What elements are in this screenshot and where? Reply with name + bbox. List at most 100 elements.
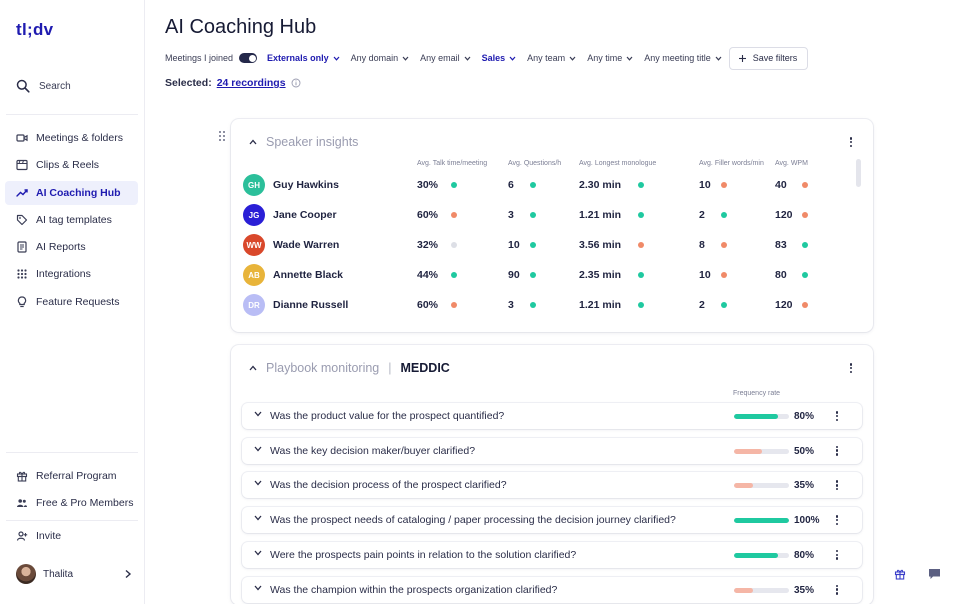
metric-value: 3.56 min: [579, 239, 622, 251]
nav-label: Clips & Reels: [36, 159, 100, 172]
grid-icon: [17, 269, 27, 280]
filter-label: Externals only: [267, 53, 329, 63]
filter-email[interactable]: Any email: [420, 53, 471, 63]
info-icon[interactable]: [291, 78, 301, 88]
question-menu-button[interactable]: [831, 410, 843, 422]
table-row[interactable]: JG Jane Cooper 60% 3 1.21 min 2 120: [243, 200, 843, 230]
column-header: Avg. Longest monologue: [579, 160, 657, 167]
chevron-down-icon[interactable]: [254, 550, 262, 556]
playbook-header[interactable]: Playbook monitoring | MEDDIC: [249, 361, 450, 375]
nav-ai-coaching-hub[interactable]: AI Coaching Hub: [5, 180, 138, 205]
gift-icon: [894, 569, 906, 580]
table-row[interactable]: WW Wade Warren 32% 10 3.56 min 8 83: [243, 230, 843, 260]
divider: [6, 114, 138, 115]
save-filters-button[interactable]: Save filters: [728, 46, 809, 70]
nav-ai-reports[interactable]: AI Reports: [5, 235, 138, 259]
metric-value: 1.21 min: [579, 209, 622, 221]
chevron-down-icon[interactable]: [254, 480, 262, 486]
avatar: JG: [243, 204, 265, 226]
filter-team[interactable]: Any team: [527, 53, 576, 63]
playbook-menu-button[interactable]: [845, 362, 857, 374]
card-title: Speaker insights: [266, 135, 359, 149]
meetings-joined-toggle[interactable]: [239, 53, 258, 63]
chat-icon: [928, 569, 940, 579]
playbook-monitoring-card: Playbook monitoring | MEDDIC Frequency r…: [231, 345, 873, 604]
question-menu-button[interactable]: [831, 584, 843, 596]
filter-label: Any meeting title: [644, 53, 711, 63]
gift-button[interactable]: [892, 566, 908, 582]
speaker-insights-card: Speaker insights Avg. Talk time/meeting …: [231, 119, 873, 332]
question-row[interactable]: Was the prospect needs of cataloging / p…: [242, 507, 862, 534]
users-icon: [17, 499, 27, 508]
table-row[interactable]: DR Dianne Russell 60% 3 1.21 min 2 120: [243, 290, 843, 320]
metric-value: 2: [699, 299, 705, 311]
nav-integrations[interactable]: Integrations: [5, 262, 138, 286]
nav-referral-program[interactable]: Referral Program: [5, 464, 138, 488]
filter-sales[interactable]: Sales: [482, 53, 517, 63]
nav-free-pro-members[interactable]: Free & Pro Members: [5, 491, 138, 515]
search-button[interactable]: Search: [16, 79, 71, 93]
chevron-down-icon: [569, 56, 576, 61]
status-dot: [721, 212, 727, 218]
filter-domain[interactable]: Any domain: [351, 53, 410, 63]
filter-meeting-title[interactable]: Any meeting title: [644, 53, 722, 63]
metric-value: 44%: [417, 269, 439, 281]
filter-time[interactable]: Any time: [587, 53, 633, 63]
question-row[interactable]: Was the decision process of the prospect…: [242, 472, 862, 499]
nav-meetings-folders[interactable]: Meetings & folders: [5, 126, 138, 150]
column-header: Avg. Questions/h: [508, 160, 562, 167]
chevron-down-icon[interactable]: [254, 585, 262, 591]
chat-button[interactable]: [926, 566, 942, 582]
invite-button[interactable]: Invite: [5, 524, 138, 548]
chevron-down-icon[interactable]: [254, 446, 262, 452]
status-dot: [451, 242, 457, 248]
question-menu-button[interactable]: [831, 445, 843, 457]
status-dot: [530, 272, 536, 278]
status-dot: [721, 272, 727, 278]
question-row[interactable]: Was the key decision maker/buyer clarifi…: [242, 437, 862, 464]
question-menu-button[interactable]: [831, 549, 843, 561]
metric-value: 90: [508, 269, 520, 281]
question-row[interactable]: Was the product value for the prospect q…: [242, 403, 862, 429]
bulb-icon: [17, 296, 27, 307]
nav-clips-reels[interactable]: Clips & Reels: [5, 153, 138, 177]
user-menu[interactable]: Thalita: [16, 564, 132, 584]
question-row[interactable]: Was the champion within the prospects or…: [242, 576, 862, 603]
gift-icon: [16, 471, 28, 482]
nav-ai-tag-templates[interactable]: AI tag templates: [5, 208, 138, 232]
question-menu-button[interactable]: [831, 514, 843, 526]
chevron-up-icon: [249, 139, 257, 145]
metric-value: 32%: [417, 239, 439, 251]
chevron-down-icon[interactable]: [254, 411, 262, 417]
metric-value: 1.21 min: [579, 299, 622, 311]
frequency-bar: [734, 552, 789, 558]
scrollbar[interactable]: [856, 159, 861, 187]
app-logo[interactable]: tl;dv: [16, 20, 53, 40]
avatar: [16, 564, 36, 584]
question-row[interactable]: Were the prospects pain points in relati…: [242, 541, 862, 568]
drag-handle-icon[interactable]: [218, 130, 226, 142]
filter-bar: Meetings I joined Externals only Any dom…: [165, 46, 809, 70]
divider: |: [388, 361, 392, 375]
speaker-insights-header[interactable]: Speaker insights: [249, 135, 358, 149]
metric-value: 10: [699, 269, 711, 281]
status-dot: [530, 212, 536, 218]
frequency-value: 50%: [794, 445, 815, 457]
search-icon: [16, 79, 30, 93]
frequency-rate-header: Frequency rate: [733, 390, 781, 397]
speaker-insights-menu-button[interactable]: [845, 136, 857, 148]
page-title: AI Coaching Hub: [165, 16, 317, 38]
frequency-bar: [734, 518, 789, 524]
nav-feature-requests[interactable]: Feature Requests: [5, 290, 138, 314]
avatar: WW: [243, 234, 265, 256]
table-row[interactable]: AB Annette Black 44% 90 2.35 min 10 80: [243, 260, 843, 290]
recordings-link[interactable]: 24 recordings: [217, 77, 286, 89]
table-row[interactable]: GH Guy Hawkins 30% 6 2.30 min 10 40: [243, 170, 843, 200]
chevron-down-icon[interactable]: [254, 515, 262, 521]
filter-externals[interactable]: Externals only: [267, 53, 340, 63]
question-menu-button[interactable]: [831, 479, 843, 491]
frequency-bar: [734, 483, 789, 489]
avatar: GH: [243, 174, 265, 196]
search-label: Search: [39, 80, 71, 92]
metric-value: 3: [508, 299, 514, 311]
